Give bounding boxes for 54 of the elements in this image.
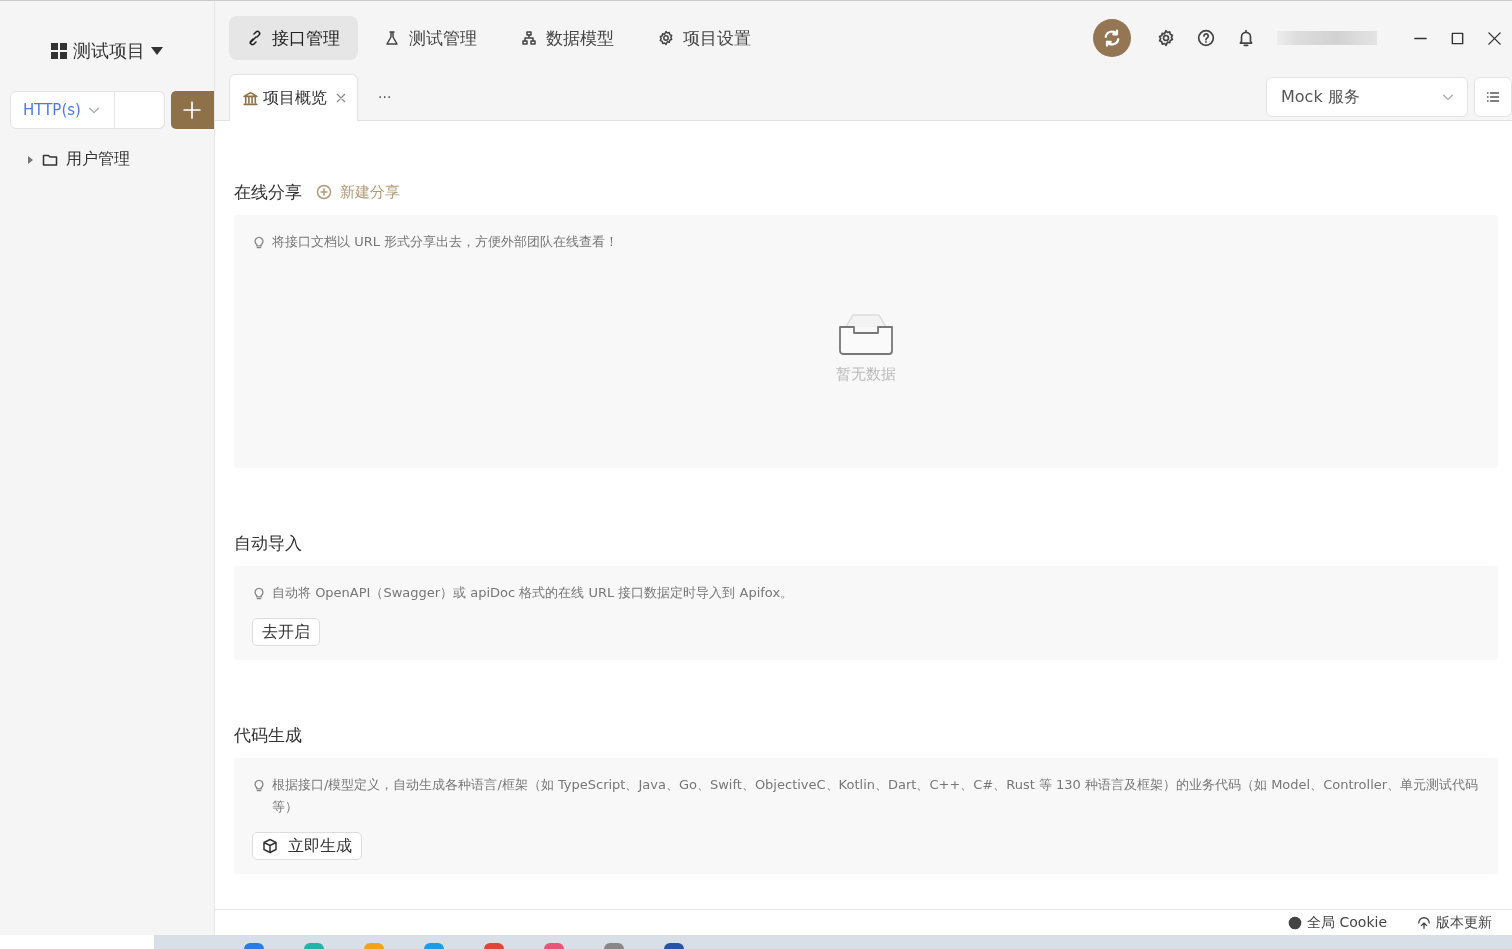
- project-name[interactable]: 测试项目: [73, 39, 145, 63]
- protocol-select[interactable]: HTTP(s): [10, 91, 115, 129]
- grid-icon: [51, 43, 67, 59]
- section-title: 自动导入: [234, 531, 302, 555]
- caret-icon: [26, 155, 34, 164]
- plus-circle-icon: [316, 184, 332, 200]
- action-button[interactable]: 立即生成: [252, 832, 362, 860]
- app-icon[interactable]: [484, 943, 504, 949]
- sync-button[interactable]: [1093, 19, 1131, 57]
- section-title: 代码生成: [234, 723, 302, 747]
- close-icon[interactable]: [1487, 30, 1502, 46]
- app-icon[interactable]: [544, 943, 564, 949]
- update-icon: [1417, 915, 1431, 930]
- settings-icon: [1157, 29, 1175, 47]
- link-icon: [247, 30, 263, 46]
- tree-item[interactable]: 用户管理: [26, 149, 130, 170]
- sitemap-icon: [521, 30, 537, 46]
- list-icon: [1485, 89, 1501, 105]
- empty-inbox-icon: [838, 313, 894, 355]
- list-button[interactable]: [1474, 77, 1512, 117]
- app-icon[interactable]: [664, 943, 684, 949]
- search-field[interactable]: [114, 91, 165, 129]
- app-icon[interactable]: [424, 943, 444, 949]
- tip-text: 将接口文档以 URL 形式分享出去，方便外部团队在线查看！: [272, 233, 619, 251]
- lightbulb-icon: [252, 778, 266, 792]
- app-icon[interactable]: [244, 943, 264, 949]
- sync-icon: [1102, 28, 1122, 48]
- maximize-icon[interactable]: [1450, 30, 1465, 46]
- document-tab[interactable]: 项目概览: [229, 74, 358, 121]
- more-tabs[interactable]: ···: [378, 89, 392, 105]
- gear-icon: [658, 30, 674, 46]
- nav-tab[interactable]: 测试管理: [366, 16, 495, 60]
- action-button[interactable]: 去开启: [252, 618, 320, 646]
- plus-icon: [183, 101, 202, 119]
- bank-icon: [242, 89, 259, 107]
- lightbulb-icon: [252, 586, 266, 600]
- add-button[interactable]: [170, 91, 214, 129]
- status-item[interactable]: 版本更新: [1417, 913, 1492, 932]
- section-title: 在线分享: [234, 180, 302, 204]
- caret-icon[interactable]: [151, 47, 163, 55]
- environment-select[interactable]: Mock 服务: [1266, 77, 1468, 117]
- nav-tab[interactable]: 数据模型: [503, 16, 632, 60]
- flask-icon: [384, 30, 400, 46]
- nav-tab[interactable]: 项目设置: [640, 16, 769, 60]
- app-icon[interactable]: [604, 943, 624, 949]
- tip-text: 自动将 OpenAPI（Swagger）或 apiDoc 格式的在线 URL 接口数据定时导入到 Apifox。: [272, 584, 794, 602]
- lightbulb-icon: [252, 235, 266, 249]
- tip-text: 根据接口/模型定义，自动生成各种语言/框架（如 TypeScript、Java、Go、Swift、ObjectiveC、Kotlin、Dart、C++、C#、Rust 等 130 种语言及框架）的业务代码（如 Model、Controller、单元测试代码等）: [272, 776, 1480, 816]
- cube-icon: [262, 838, 278, 854]
- bell-icon: [1237, 29, 1255, 47]
- help-icon: [1197, 29, 1215, 47]
- nav-tab[interactable]: 接口管理: [229, 16, 358, 60]
- status-item[interactable]: 全局 Cookie: [1288, 913, 1387, 932]
- empty-text: 暂无数据: [836, 365, 896, 384]
